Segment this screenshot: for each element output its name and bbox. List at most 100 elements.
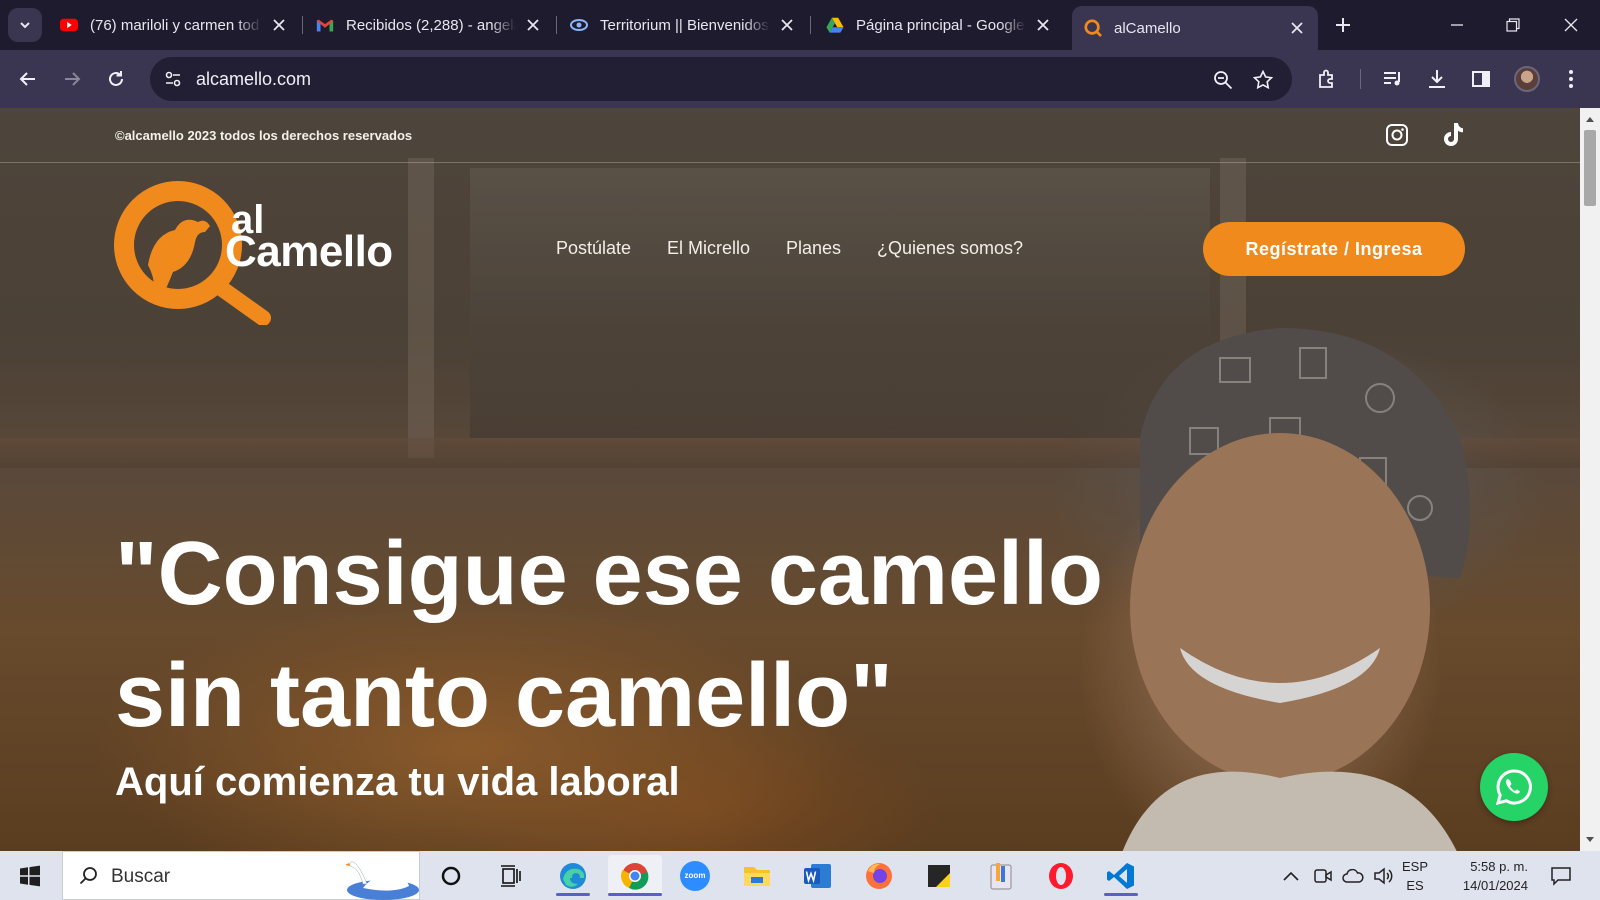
taskbar-paint[interactable] [974, 855, 1028, 896]
scroll-thumb[interactable] [1584, 130, 1596, 206]
headline-line-2: sin tanto camello" [115, 646, 893, 746]
hero-subheadline: Aquí comienza tu vida laboral [115, 760, 680, 804]
profile-button[interactable] [1512, 64, 1542, 94]
avatar [1514, 66, 1540, 92]
address-bar[interactable]: alcamello.com [150, 57, 1292, 101]
close-tab-icon[interactable] [270, 16, 288, 34]
hero-headline: "Consigue ese camello sin tanto camello" [115, 513, 1265, 757]
nav-planes[interactable]: Planes [786, 238, 841, 268]
extensions-button[interactable] [1312, 64, 1342, 94]
tab-gmail[interactable]: Recibidos (2,288) - angela [304, 8, 554, 42]
arrow-left-icon [19, 72, 35, 86]
tab-territorium[interactable]: Territorium || Bienvenidos [558, 8, 808, 42]
windows-logo-icon [20, 865, 40, 887]
task-view-button[interactable] [484, 855, 538, 896]
tab-search-button[interactable] [8, 8, 42, 42]
alcamello-logo[interactable]: al Camello [113, 180, 403, 325]
vscode-icon [1107, 862, 1134, 889]
forward-button[interactable] [57, 64, 87, 94]
taskbar-opera[interactable] [1034, 855, 1088, 896]
meet-now-icon [1314, 869, 1332, 883]
browser-tab-strip: (76) mariloli y carmen tod Recibidos (2,… [0, 0, 1600, 50]
zoom-label: zoom [684, 871, 706, 880]
tray-meet-now[interactable] [1312, 865, 1334, 887]
puzzle-icon [1319, 69, 1333, 88]
taskbar-firefox[interactable] [852, 855, 906, 896]
chevron-down-icon [20, 22, 30, 29]
page-scrollbar[interactable] [1580, 108, 1600, 851]
tray-overflow-chevron[interactable] [1280, 865, 1302, 887]
input-language-indicator[interactable]: ESP ES [1402, 857, 1428, 895]
close-tab-icon[interactable] [778, 16, 796, 34]
whatsapp-button[interactable] [1480, 753, 1548, 821]
chrome-menu-button[interactable] [1556, 64, 1586, 94]
zoom-icon[interactable] [1212, 69, 1234, 91]
tab-google-drive[interactable]: Página principal - Google [814, 8, 1064, 42]
scroll-down-arrow[interactable] [1580, 831, 1600, 849]
close-tab-icon[interactable] [524, 16, 542, 34]
tray-volume[interactable] [1372, 865, 1394, 887]
tiktok-icon [1444, 123, 1463, 146]
alcamello-icon [1084, 19, 1102, 37]
paint-icon [990, 862, 1012, 889]
minimize-button[interactable] [1440, 10, 1474, 40]
gmail-icon [316, 16, 334, 34]
toolbar-divider [1360, 69, 1361, 89]
site-info-button[interactable] [158, 64, 188, 94]
scroll-up-arrow[interactable] [1580, 110, 1600, 128]
system-clock[interactable]: 5:58 p. m. 14/01/2024 [1444, 857, 1528, 895]
instagram-link[interactable] [1382, 120, 1412, 150]
tab-youtube[interactable]: (76) mariloli y carmen tod [48, 8, 300, 42]
url-text[interactable]: alcamello.com [196, 69, 311, 90]
taskbar-edge[interactable] [546, 855, 600, 896]
cortana-button[interactable] [424, 855, 478, 896]
close-tab-icon[interactable] [1288, 19, 1306, 37]
page-viewport: ©alcamello 2023 todos los derechos reser… [0, 108, 1580, 851]
tray-onedrive[interactable] [1342, 865, 1364, 887]
taskbar-search-box[interactable]: Buscar [62, 851, 420, 900]
bookmark-star-icon[interactable] [1252, 69, 1274, 91]
search-icon [77, 864, 101, 888]
minimize-icon [1451, 24, 1463, 26]
tab-alcamello[interactable]: alCamello [1072, 6, 1318, 50]
new-tab-button[interactable] [1330, 12, 1356, 38]
chevron-up-icon [1283, 871, 1299, 881]
cloud-icon [1342, 869, 1364, 883]
downloads-button[interactable] [1422, 64, 1452, 94]
sticky-notes-icon [928, 864, 950, 887]
start-button[interactable] [10, 861, 50, 891]
copyright-text: ©alcamello 2023 todos los derechos reser… [115, 128, 413, 143]
nav-el-micrello[interactable]: El Micrello [667, 238, 750, 268]
side-panel-button[interactable] [1466, 64, 1496, 94]
taskbar-zoom[interactable]: zoom [668, 855, 722, 896]
register-login-button[interactable]: Regístrate / Ingresa [1203, 222, 1465, 276]
tab-title: (76) mariloli y carmen tod [90, 16, 260, 34]
restore-button[interactable] [1496, 10, 1530, 40]
tiktok-link[interactable] [1438, 120, 1468, 150]
taskbar-chrome[interactable] [608, 855, 662, 896]
logo-text-camello: Camello [225, 227, 393, 276]
close-icon [1564, 18, 1578, 32]
back-button[interactable] [13, 64, 43, 94]
edge-icon [560, 862, 586, 889]
taskbar-file-explorer[interactable] [730, 855, 784, 896]
windows-taskbar: Buscar zoom ESP ES 5:58 p. m. 14/01/2024 [0, 851, 1600, 900]
nav-postulate[interactable]: Postúlate [556, 238, 631, 268]
notification-center-button[interactable] [1548, 863, 1574, 889]
close-window-button[interactable] [1554, 10, 1588, 40]
youtube-icon [60, 16, 78, 34]
lang-primary: ESP [1402, 859, 1429, 874]
google-drive-icon [826, 16, 844, 34]
swan-search-highlight-icon [345, 861, 419, 900]
clock-date: 14/01/2024 [1462, 878, 1528, 893]
taskbar-word[interactable] [790, 855, 844, 896]
reload-button[interactable] [101, 64, 131, 94]
taskbar-sticky-notes[interactable] [912, 855, 966, 896]
taskbar-vscode[interactable] [1094, 855, 1148, 896]
side-panel-icon [1472, 71, 1490, 87]
close-tab-icon[interactable] [1034, 16, 1052, 34]
media-controls-button[interactable] [1378, 64, 1408, 94]
opera-icon [1049, 862, 1073, 889]
nav-quienes-somos[interactable]: ¿Quienes somos? [877, 238, 1023, 268]
reload-icon [109, 71, 123, 86]
